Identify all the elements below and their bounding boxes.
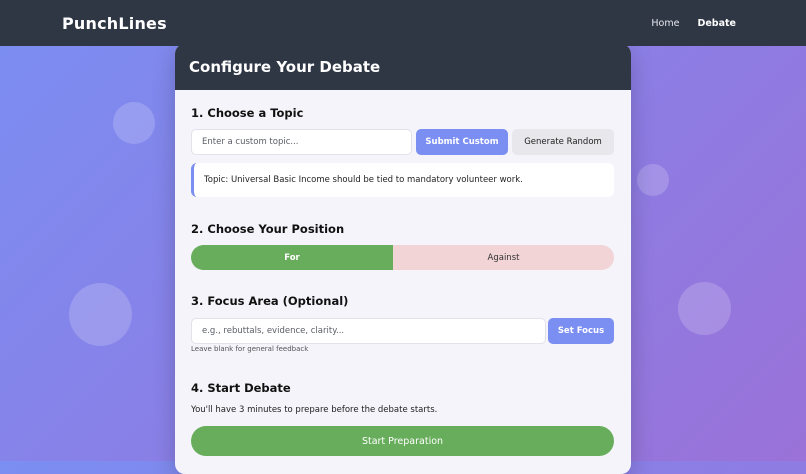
position-section-title: 2. Choose Your Position: [191, 222, 345, 236]
topic-section-title: 1. Choose a Topic: [191, 106, 304, 120]
start-preparation-button[interactable]: Start Preparation: [191, 426, 614, 456]
submit-custom-button[interactable]: Submit Custom: [416, 129, 508, 155]
decorative-bubble: [637, 164, 669, 196]
generate-random-button[interactable]: Generate Random: [512, 129, 614, 155]
debate-config-card: Configure Your Debate 1. Choose a Topic …: [175, 44, 631, 474]
page-title: Configure Your Debate: [189, 58, 381, 76]
top-navbar: PunchLines Home Debate: [0, 0, 806, 46]
decorative-bubble: [113, 102, 155, 144]
focus-section-title: 3. Focus Area (Optional): [191, 294, 349, 308]
nav-links: Home Debate: [651, 18, 736, 29]
set-focus-button[interactable]: Set Focus: [548, 318, 614, 344]
current-topic-box: Topic: Universal Basic Income should be …: [191, 163, 614, 197]
decorative-bubble: [678, 282, 731, 335]
start-section-title: 4. Start Debate: [191, 381, 291, 395]
decorative-bubble: [69, 283, 132, 346]
card-header: Configure Your Debate: [175, 44, 631, 90]
nav-home-link[interactable]: Home: [651, 18, 679, 29]
custom-topic-input[interactable]: [191, 129, 412, 155]
prep-description: You'll have 3 minutes to prepare before …: [191, 405, 438, 415]
position-toggle: For Against: [191, 245, 614, 270]
position-against-button[interactable]: Against: [393, 245, 614, 270]
focus-input-row: Set Focus: [191, 318, 614, 344]
focus-area-input[interactable]: [191, 318, 546, 344]
brand-logo[interactable]: PunchLines: [62, 14, 167, 33]
topic-input-row: Submit Custom Generate Random: [191, 129, 614, 155]
nav-debate-link[interactable]: Debate: [697, 18, 736, 29]
position-for-button[interactable]: For: [191, 245, 393, 270]
current-topic-text: Topic: Universal Basic Income should be …: [204, 175, 523, 185]
focus-hint: Leave blank for general feedback: [191, 345, 309, 353]
